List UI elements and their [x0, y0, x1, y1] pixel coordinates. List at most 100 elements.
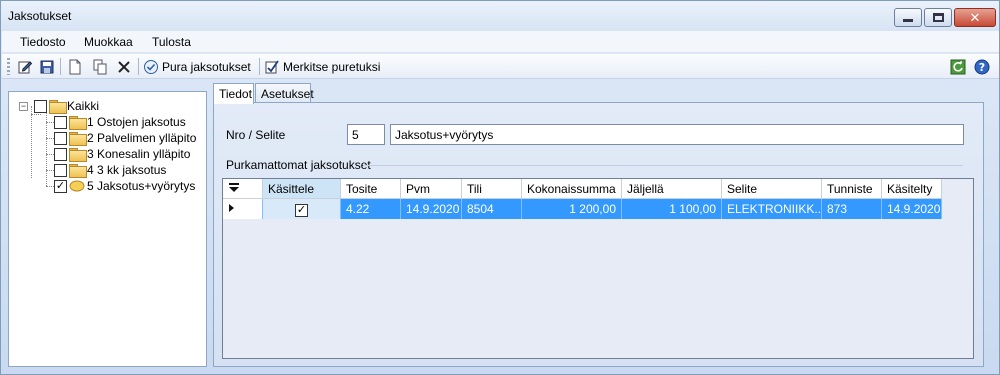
tree-checkbox[interactable] [54, 147, 67, 161]
row-selector[interactable] [223, 199, 263, 219]
column-header[interactable]: Tunniste [822, 179, 882, 199]
pura-jaksotukset-button[interactable]: Pura jaksotukset [143, 57, 251, 76]
tree-checkbox[interactable] [54, 131, 67, 145]
tree-checkbox-checked[interactable]: ✓ [54, 179, 67, 193]
tree-checkbox[interactable] [54, 163, 67, 177]
tree-item-label: 5 Jaksotus+vyörytys [87, 179, 196, 193]
tunniste-cell[interactable]: 873 [822, 199, 882, 219]
window-title: Jaksotukset [8, 9, 72, 23]
tree-line [46, 138, 54, 139]
tree-item[interactable]: 2 Palvelimen ylläpito [54, 130, 196, 146]
tree-item-label: 1 Ostojen jaksotus [87, 115, 186, 129]
folder-icon [69, 164, 87, 178]
collapse-icon[interactable]: − [19, 101, 28, 111]
toolbar-grip[interactable] [7, 58, 10, 75]
folder-icon [69, 148, 87, 162]
tosite-cell[interactable]: 4.22 [341, 199, 401, 219]
tree-item[interactable]: 1 Ostojen jaksotus [54, 114, 186, 130]
new-button[interactable] [67, 57, 83, 76]
nro-selite-label: Nro / Selite [226, 128, 286, 142]
refresh-button[interactable] [950, 57, 966, 76]
tree-item[interactable]: ✓ 5 Jaksotus+vyörytys [54, 178, 195, 194]
save-button[interactable] [39, 57, 55, 76]
tree-checkbox[interactable] [54, 115, 67, 129]
delete-button[interactable] [116, 57, 132, 76]
kasitelty-cell[interactable]: 14.9.2020 [882, 199, 942, 219]
tree-item-kaikki[interactable]: − Kaikki [19, 98, 99, 114]
tree-item[interactable]: 4 3 kk jaksotus [54, 162, 166, 178]
column-header[interactable]: Tili [462, 179, 522, 199]
column-header[interactable]: Kokonaissumma [522, 179, 622, 199]
column-header[interactable]: Pvm [401, 179, 462, 199]
menu-tiedosto[interactable]: Tiedosto [20, 35, 66, 49]
toolbar: Pura jaksotukset Merkitse puretuksi ? [2, 54, 999, 79]
main-window: Jaksotukset ✕ Tiedosto Muokkaa Tulosta P… [0, 0, 1000, 375]
open-folder-icon [49, 100, 67, 114]
toolbar-separator [138, 58, 139, 75]
new-document-icon [69, 59, 81, 74]
tree-line [46, 186, 54, 187]
tili-cell[interactable]: 8504 [462, 199, 522, 219]
folder-icon [69, 132, 87, 146]
pvm-cell[interactable]: 14.9.2020 [401, 199, 462, 219]
folder-icon [69, 116, 87, 130]
selite-cell[interactable]: ELEKTRONIIKK... [722, 199, 822, 219]
column-header[interactable]: Tosite [341, 179, 401, 199]
toolbar-separator [259, 58, 260, 75]
column-header[interactable]: Käsitelty [882, 179, 942, 199]
merkitse-puretuksi-label: Merkitse puretuksi [283, 59, 381, 74]
minimize-icon [903, 19, 913, 22]
close-icon: ✕ [969, 10, 981, 25]
kokonaissumma-cell[interactable]: 1 200,00 [522, 199, 622, 219]
save-icon [40, 60, 54, 73]
help-icon: ? [974, 59, 990, 74]
row-selector-header[interactable] [223, 179, 263, 199]
column-header[interactable]: Selite [722, 179, 822, 199]
column-header[interactable]: Jäljellä [622, 179, 722, 199]
close-button[interactable]: ✕ [954, 8, 996, 27]
copy-icon [93, 59, 107, 74]
title-bar: Jaksotukset ✕ [1, 1, 999, 31]
jaljella-cell[interactable]: 1 100,00 [622, 199, 722, 219]
tree-checkbox[interactable] [34, 99, 47, 113]
tree-item-label: 2 Palvelimen ylläpito [87, 131, 197, 145]
group-title: Purkamattomat jaksotukset [226, 158, 371, 172]
minimize-button[interactable] [894, 8, 922, 27]
tree-item[interactable]: 3 Konesalin ylläpito [54, 146, 190, 162]
nro-input[interactable]: 5 [347, 124, 385, 145]
category-tree: − Kaikki 1 Ostojen jaksotus 2 Palvelimen… [8, 91, 207, 367]
tree-line [31, 114, 41, 115]
tab-tiedot[interactable]: Tiedot [213, 83, 254, 104]
help-button[interactable]: ? [974, 57, 990, 76]
tree-item-label: 4 3 kk jaksotus [87, 163, 167, 177]
tree-line [46, 170, 54, 171]
copy-button[interactable] [92, 57, 108, 76]
pura-jaksotukset-label: Pura jaksotukset [162, 59, 251, 74]
maximize-icon [932, 13, 944, 22]
column-header[interactable]: Käsittele [263, 179, 341, 199]
tree-item-label: Kaikki [67, 99, 100, 113]
refresh-icon [950, 59, 966, 74]
kasittele-cell[interactable]: ✓ [263, 199, 341, 219]
kasittele-checkbox[interactable]: ✓ [295, 204, 308, 217]
tree-line [46, 154, 54, 155]
maximize-button[interactable] [924, 8, 952, 27]
tree-line [31, 106, 32, 178]
selite-input[interactable]: Jaksotus+vyörytys [390, 124, 964, 145]
coin-icon [69, 180, 85, 192]
check-circle-icon [144, 59, 158, 74]
edit-button[interactable] [17, 57, 33, 76]
tab-asetukset[interactable]: Asetukset [255, 83, 314, 103]
tree-item-label: 3 Konesalin ylläpito [87, 147, 191, 161]
merkitse-puretuksi-button[interactable]: Merkitse puretuksi [264, 57, 380, 76]
filter-down-icon [229, 183, 239, 192]
current-row-arrow-icon [229, 204, 234, 212]
menu-tulosta[interactable]: Tulosta [152, 35, 191, 49]
svg-text:?: ? [979, 61, 985, 74]
menu-muokkaa[interactable]: Muokkaa [84, 35, 133, 49]
toolbar-separator [60, 58, 61, 75]
tree-line [46, 122, 54, 123]
delete-icon [118, 60, 130, 73]
checklist-icon [265, 59, 279, 73]
edit-icon [18, 60, 33, 73]
